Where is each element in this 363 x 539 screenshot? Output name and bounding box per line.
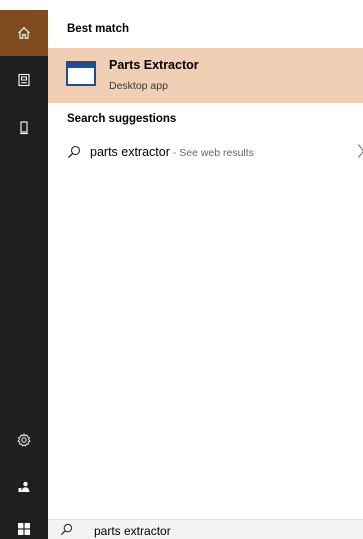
chevron-right-icon[interactable] bbox=[357, 143, 363, 159]
results-panel: Best match Parts Extractor Desktop app S… bbox=[48, 10, 363, 519]
rail-documents-button[interactable] bbox=[0, 56, 48, 104]
search-icon bbox=[60, 523, 73, 536]
home-icon bbox=[18, 27, 30, 39]
result-subtitle: Desktop app bbox=[109, 80, 168, 92]
web-suggestion-item[interactable]: parts extractor - See web results bbox=[48, 140, 363, 166]
top-edge bbox=[0, 0, 363, 10]
people-icon bbox=[18, 481, 30, 492]
left-rail bbox=[0, 10, 48, 519]
result-title: Parts Extractor bbox=[109, 58, 199, 72]
rail-settings-button[interactable] bbox=[0, 416, 48, 464]
search-suggestions-heading: Search suggestions bbox=[67, 113, 177, 125]
rail-device-button[interactable] bbox=[0, 104, 48, 152]
taskbar: parts extractor bbox=[0, 519, 363, 539]
suggestion-query: parts extractor bbox=[90, 145, 170, 159]
start-search-window: Best match Parts Extractor Desktop app S… bbox=[0, 0, 363, 539]
taskbar-search-box[interactable]: parts extractor bbox=[48, 519, 363, 539]
rail-home-button[interactable] bbox=[0, 10, 48, 56]
rail-people-button[interactable] bbox=[0, 463, 48, 511]
windows-logo-icon bbox=[18, 523, 30, 535]
device-icon bbox=[20, 121, 28, 135]
app-window-icon bbox=[66, 61, 96, 86]
search-icon bbox=[68, 145, 81, 158]
search-input[interactable]: parts extractor bbox=[94, 524, 171, 538]
best-match-heading: Best match bbox=[67, 23, 129, 35]
best-match-result[interactable]: Parts Extractor Desktop app bbox=[48, 48, 363, 103]
documents-icon bbox=[18, 73, 30, 87]
start-button[interactable] bbox=[0, 519, 48, 539]
settings-icon bbox=[17, 433, 31, 447]
suggestion-hint: - See web results bbox=[169, 147, 254, 159]
